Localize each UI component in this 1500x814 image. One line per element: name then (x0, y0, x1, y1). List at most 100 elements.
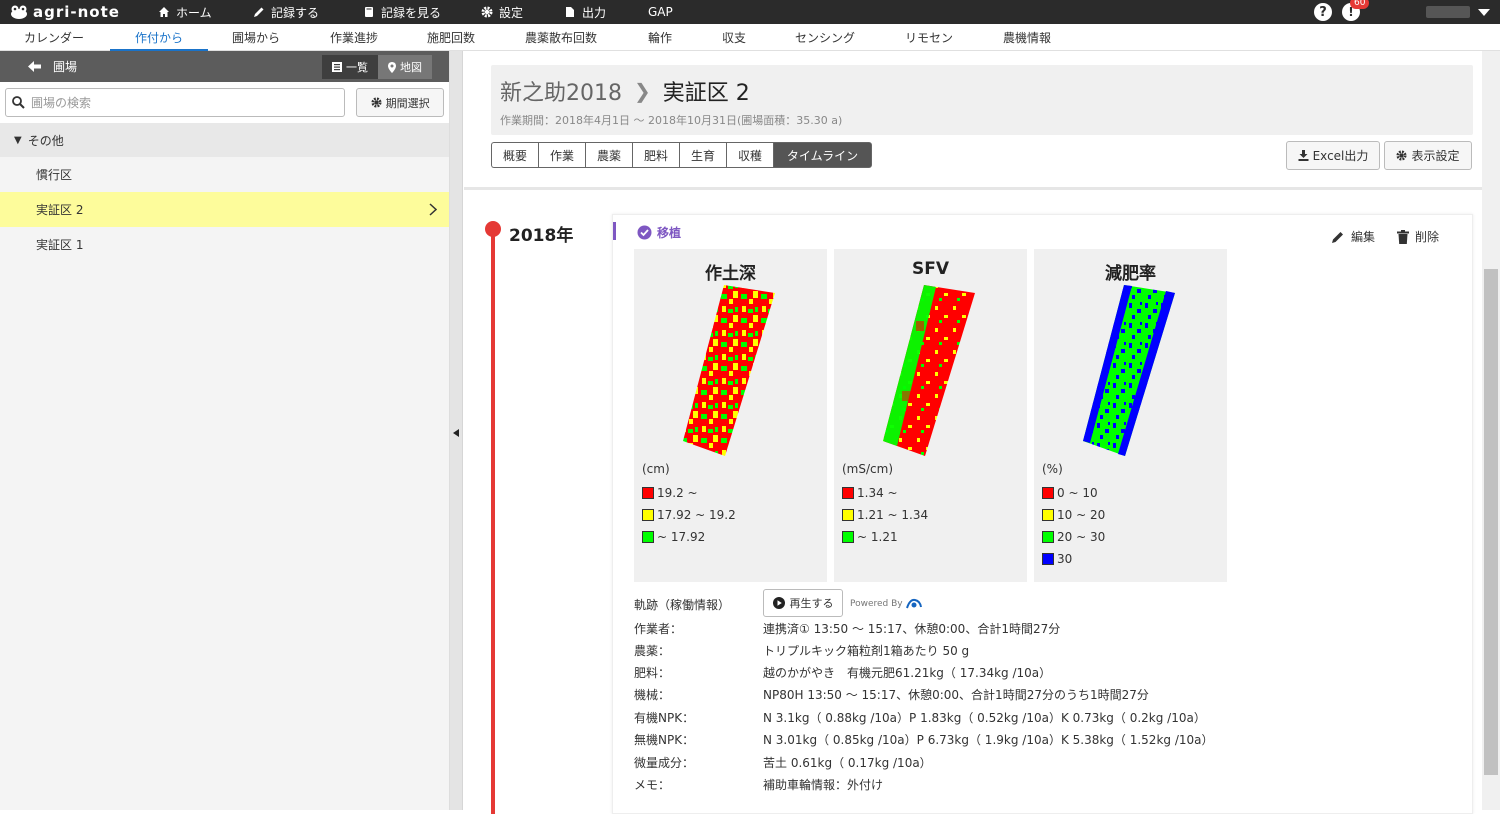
top-nav: ホーム 記録する 記録を見る 設定 出力 GAP (148, 0, 688, 24)
tab-growth[interactable]: 生育 (679, 142, 726, 168)
excel-export-button[interactable]: Excel出力 (1286, 141, 1380, 170)
tab-fertilizer[interactable]: 肥料 (632, 142, 679, 168)
powered-by: Powered By (850, 598, 922, 609)
detail-row: 有機NPK： N 3.1kg（ 0.88kg /10a）P 1.83kg（ 0.5… (634, 711, 1206, 725)
help-icon[interactable]: ? (1314, 3, 1332, 21)
panel-title: SFV (911, 259, 949, 279)
legend-swatch (642, 487, 654, 499)
subnav-remote-sensing[interactable]: リモセン (905, 24, 1003, 51)
legend-swatch (1042, 509, 1054, 521)
main-scrollbar[interactable] (1482, 51, 1500, 810)
tab-harvest[interactable]: 収穫 (726, 142, 773, 168)
subnav-by-field[interactable]: 圃場から (232, 24, 330, 51)
nav-gap[interactable]: GAP (648, 5, 688, 19)
legend-item: ~ 1.21 (842, 530, 898, 544)
field-search-input[interactable]: 圃場の検索 (5, 88, 346, 117)
legend-item: 19.2 ~ (642, 486, 698, 500)
pencil-icon (1332, 231, 1343, 243)
subnav-calendar[interactable]: カレンダー (24, 24, 110, 51)
app-logo[interactable]: agri-note (10, 3, 148, 21)
map-pin-icon (388, 61, 396, 73)
tab-overview[interactable]: 概要 (491, 142, 538, 168)
sidebar-header: 圃場 一覧 地図 (0, 51, 449, 82)
panel-unit: (cm) (642, 462, 670, 476)
subnav-rotation[interactable]: 輪作 (648, 24, 722, 51)
sub-nav: カレンダー 作付から 圃場から 作業進捗 施肥回数 農薬散布回数 輪作 収支 セ… (0, 24, 1500, 52)
legend-item: ~ 17.92 (642, 530, 705, 544)
legend-item: 10 ~ 20 (1042, 508, 1105, 522)
crop-name[interactable]: 新之助2018 (500, 75, 622, 107)
sidebar-collapse-handle[interactable] (450, 51, 463, 810)
subnav-by-crop[interactable]: 作付から (110, 24, 208, 52)
entry-tag: 移植 (637, 224, 681, 241)
legend-item: 17.92 ~ 19.2 (642, 508, 736, 522)
arrow-left-icon (28, 61, 41, 72)
nav-view-records[interactable]: 記録を見る (363, 4, 481, 21)
delete-button[interactable]: 削除 (1397, 228, 1439, 245)
legend-swatch (642, 531, 654, 543)
subnav-machinery[interactable]: 農機情報 (1003, 24, 1083, 51)
edit-button[interactable]: 編集 (1331, 228, 1375, 245)
fertilizer-reduction-map[interactable] (1080, 281, 1180, 461)
collapse-arrow-icon (453, 429, 459, 437)
play-circle-icon (772, 597, 785, 609)
detail-row: 無機NPK： N 3.01kg（ 0.85kg /10a）P 6.73kg（ 1.… (634, 733, 1214, 747)
top-right: ? ! 60 (1314, 0, 1490, 24)
tab-bar: 概要 作業 農薬 肥料 生育 収穫 タイムライン (491, 142, 872, 168)
notification-icon[interactable]: ! 60 (1342, 0, 1370, 21)
legend-swatch (842, 487, 854, 499)
display-settings-button[interactable]: 表示設定 (1384, 141, 1472, 170)
app-name: agri-note (33, 3, 120, 21)
back-button[interactable]: 圃場 (28, 58, 77, 75)
gear-icon (481, 6, 493, 18)
tab-pesticide[interactable]: 農薬 (585, 142, 632, 168)
file-icon (566, 7, 574, 17)
check-circle-icon (637, 225, 652, 240)
scrollbar-thumb[interactable] (1484, 269, 1498, 775)
sensing-panel-topsoil-depth: 作土深 (cm) 19.2 ~ 17.92 ~ 19.2 ~ 17.92 (634, 249, 827, 582)
detail-row: 肥料： 越のかがやき 有機元肥61.21kg（ 17.34kg /10a） (634, 666, 1052, 680)
nav-record[interactable]: 記録する (253, 4, 363, 21)
view-map-button[interactable]: 地図 (378, 55, 432, 79)
view-list-button[interactable]: 一覧 (322, 55, 378, 79)
play-button[interactable]: 再生する (763, 589, 843, 617)
legend-swatch (842, 509, 854, 521)
subnav-work-progress[interactable]: 作業進捗 (330, 24, 427, 51)
user-menu-caret-icon[interactable] (1478, 8, 1490, 16)
track-label: 軌跡（稼働情報） (634, 598, 731, 612)
field-group-other[interactable]: ▼ その他 (0, 123, 449, 157)
view-toggle: 一覧 地図 (322, 55, 432, 79)
timeline-line (491, 229, 495, 814)
nav-output[interactable]: 出力 (564, 4, 648, 21)
legend-swatch (1042, 531, 1054, 543)
timeline-entry-card: 移植 編集 削除 作土深 (cm) 19.2 ~ 17.92 ~ 19.2 ~ … (612, 214, 1473, 814)
legend-item: 0 ~ 10 (1042, 486, 1098, 500)
triangle-down-icon: ▼ (14, 134, 22, 146)
tab-timeline[interactable]: タイムライン (773, 142, 872, 168)
detail-row: 機械： NP80H 13:50 ～ 15:17、休憩0:00、合計1時間27分のう… (634, 688, 1149, 702)
provider-logo-icon (905, 598, 922, 609)
gear-icon (371, 97, 382, 108)
topsoil-depth-map[interactable] (680, 281, 780, 461)
subnav-pesticide-count[interactable]: 農薬散布回数 (525, 24, 648, 51)
field-item[interactable]: 慣行区 (0, 157, 449, 192)
field-item-selected[interactable]: 実証区 2 (0, 192, 449, 227)
user-name-redacted[interactable] (1426, 6, 1470, 18)
frog-logo-icon (11, 5, 27, 19)
sfv-map[interactable] (880, 281, 980, 461)
main-content: 新之助2018 ❯ 実証区 2 作業期間：2018年4月1日 ～ 2018年10… (464, 51, 1482, 814)
search-placeholder: 圃場の検索 (31, 96, 92, 110)
subnav-income[interactable]: 収支 (722, 24, 795, 51)
list-icon (332, 62, 342, 72)
subnav-fertilizer-count[interactable]: 施肥回数 (427, 24, 525, 51)
download-icon (1298, 150, 1309, 161)
tab-work[interactable]: 作業 (538, 142, 585, 168)
subnav-sensing[interactable]: センシング (795, 24, 905, 51)
period-select-button[interactable]: 期間選択 (356, 88, 444, 117)
chevron-right-icon (429, 203, 437, 216)
legend-item: 30 (1042, 552, 1072, 566)
field-item[interactable]: 実証区 1 (0, 227, 449, 262)
timeline-dot (485, 221, 501, 237)
nav-settings[interactable]: 設定 (481, 4, 564, 21)
nav-home[interactable]: ホーム (158, 4, 253, 21)
